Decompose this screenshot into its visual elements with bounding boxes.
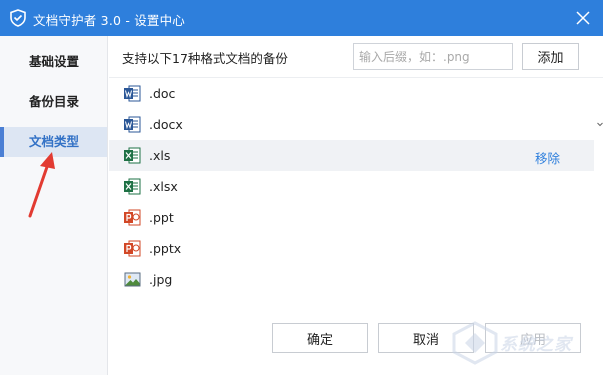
sidebar-item-basic-settings[interactable]: 基础设置 — [0, 47, 107, 77]
add-button[interactable]: 添加 — [522, 43, 579, 70]
file-extension: .docx — [149, 117, 183, 132]
list-item[interactable]: .ppt — [109, 202, 594, 233]
watermark-logo-icon — [452, 321, 498, 365]
close-icon[interactable] — [573, 8, 593, 28]
sidebar-item-label: 备份目录 — [29, 94, 80, 109]
ok-button[interactable]: 确定 — [272, 323, 368, 353]
watermark: 系统之家 — [440, 318, 600, 368]
file-extension: .doc — [149, 86, 176, 101]
sidebar-item-label: 基础设置 — [29, 54, 80, 69]
remove-link[interactable]: 移除 — [535, 148, 560, 167]
excel-icon — [124, 147, 141, 164]
shield-icon — [10, 9, 26, 27]
powerpoint-icon — [124, 240, 141, 257]
file-extension: .jpg — [149, 272, 173, 287]
sidebar-item-label: 文档类型 — [29, 134, 80, 149]
list-item[interactable]: .xls 移除 — [109, 140, 594, 171]
file-extension: .xls — [149, 148, 171, 163]
file-extension: .pptx — [149, 241, 182, 256]
list-item[interactable]: .docx — [109, 109, 594, 140]
list-item[interactable]: .doc — [109, 78, 594, 109]
file-extension: .xlsx — [149, 179, 178, 194]
word-icon — [124, 116, 141, 133]
annotation-arrow — [28, 152, 55, 218]
list-item[interactable]: .jpg — [109, 264, 594, 295]
watermark-text: 系统之家 — [500, 335, 572, 355]
word-icon — [124, 85, 141, 102]
title-bar: 文档守护者 3.0 - 设置中心 — [0, 0, 603, 36]
chevron-down-icon — [597, 122, 603, 127]
sidebar-item-backup-directory[interactable]: 备份目录 — [0, 87, 107, 117]
format-count-description: 支持以下17种格式文档的备份 — [122, 51, 288, 66]
file-type-list: .doc .docx .xls 移除 .xlsx .ppt .pptx .jpg — [109, 78, 594, 293]
list-item[interactable]: .xlsx — [109, 171, 594, 202]
list-item[interactable]: .pptx — [109, 233, 594, 264]
excel-icon — [124, 178, 141, 195]
window-title: 文档守护者 3.0 - 设置中心 — [33, 13, 186, 28]
image-icon — [124, 272, 141, 287]
file-extension: .ppt — [149, 210, 174, 225]
extension-input[interactable] — [353, 43, 513, 70]
powerpoint-icon — [124, 209, 141, 226]
